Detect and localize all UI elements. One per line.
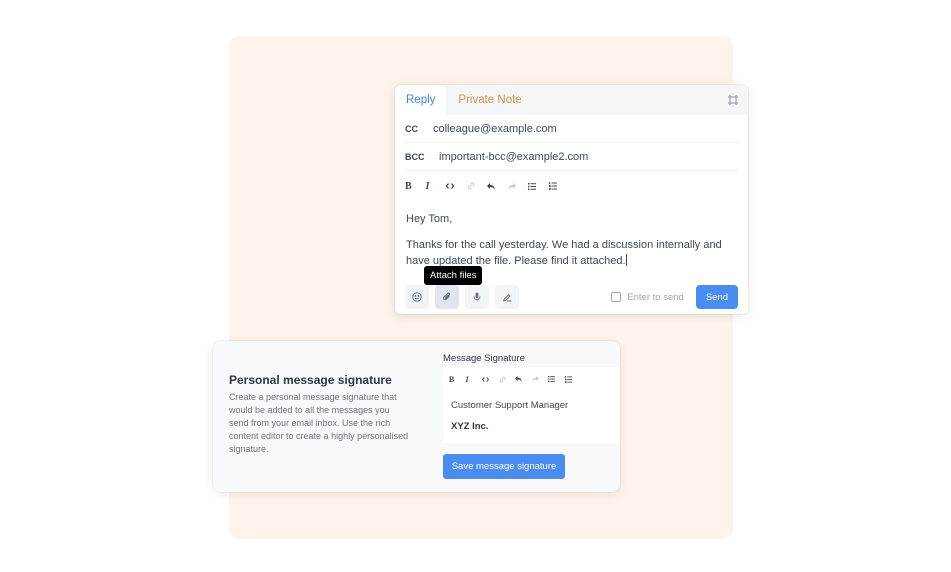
code-icon[interactable] (482, 371, 499, 387)
signature-line-company: XYZ Inc. (451, 421, 489, 432)
bcc-field[interactable]: BCC important-bcc@example2.com (405, 143, 738, 171)
signature-title: Personal message signature (229, 373, 392, 387)
editor-actions: Enter to send Send (405, 285, 738, 309)
bold-icon[interactable]: B (449, 371, 466, 387)
bold-icon[interactable]: B (405, 178, 426, 194)
emoji-icon (412, 292, 422, 302)
undo-icon[interactable] (515, 371, 532, 387)
redo-icon[interactable] (531, 371, 549, 387)
expand-icon[interactable] (727, 93, 739, 105)
signature-settings-card: Personal message signature Create a pers… (213, 341, 620, 492)
link-icon[interactable] (467, 178, 488, 194)
bullet-list-icon[interactable] (548, 371, 565, 387)
signature-description: Create a personal message signature that… (229, 392, 409, 454)
save-signature-button[interactable]: Save message signature (443, 454, 565, 479)
link-icon[interactable] (498, 371, 516, 387)
enter-to-send-toggle[interactable]: Enter to send (611, 292, 684, 303)
reply-editor: Reply Private Note CC colleague@example.… (395, 85, 748, 314)
enter-to-send-checkbox[interactable] (611, 292, 622, 302)
signature-line-title: Customer Support Manager (451, 400, 569, 411)
bcc-input[interactable]: important-bcc@example2.com (439, 151, 588, 163)
microphone-icon (473, 292, 481, 302)
voice-record-button[interactable] (465, 285, 489, 309)
italic-icon[interactable]: I (426, 178, 447, 194)
cc-label: CC (405, 123, 418, 134)
signature-editor[interactable]: B I Customer Support Manager XYZ Inc. (443, 367, 620, 443)
paperclip-icon (443, 292, 451, 301)
attach-files-button[interactable] (435, 285, 459, 309)
formatting-toolbar: B I (405, 171, 738, 201)
message-body[interactable]: Hey Tom, Thanks for the call yesterday. … (406, 211, 738, 269)
message-greeting: Hey Tom, (406, 213, 453, 225)
signature-button[interactable] (495, 285, 519, 309)
code-icon[interactable] (446, 178, 467, 194)
signature-icon (503, 293, 511, 302)
numbered-list-icon[interactable] (548, 178, 570, 194)
attach-files-tooltip: Attach files (424, 266, 483, 285)
text-caret (625, 254, 627, 266)
tab-private-note[interactable]: Private Note (446, 85, 532, 115)
numbered-list-icon[interactable] (564, 371, 582, 387)
send-button[interactable]: Send (695, 285, 738, 309)
signature-editor-label: Message Signature (443, 353, 525, 364)
tab-reply[interactable]: Reply (395, 85, 447, 115)
bcc-label: BCC (405, 151, 425, 162)
italic-icon[interactable]: I (466, 371, 483, 387)
message-text: Thanks for the call yesterday. We had a … (406, 239, 722, 267)
editor-tabs: Reply Private Note (395, 85, 748, 115)
enter-to-send-label: Enter to send (627, 291, 684, 303)
cc-field[interactable]: CC colleague@example.com (405, 115, 738, 143)
emoji-button[interactable] (405, 285, 429, 309)
undo-icon[interactable] (487, 178, 508, 194)
cc-input[interactable]: colleague@example.com (433, 123, 557, 135)
redo-icon[interactable] (507, 178, 529, 194)
bullet-list-icon[interactable] (528, 178, 549, 194)
signature-formatting-toolbar: B I (449, 367, 614, 391)
